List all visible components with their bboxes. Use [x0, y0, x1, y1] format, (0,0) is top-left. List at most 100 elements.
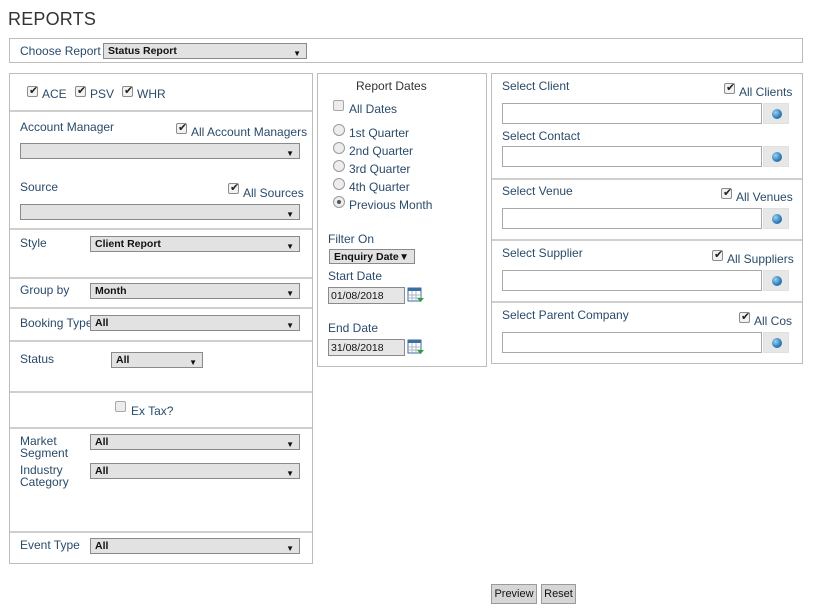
all-suppliers-label: All Suppliers: [727, 252, 794, 266]
contact-input[interactable]: [502, 146, 762, 167]
globe-icon: [772, 109, 782, 119]
period-radio-q4[interactable]: [333, 178, 345, 190]
all-suppliers-checkbox[interactable]: [712, 248, 723, 261]
period-radio-q3[interactable]: [333, 160, 345, 172]
style-value: Client Report: [95, 238, 161, 250]
choose-report-label: Choose Report: [20, 44, 101, 58]
event-type-select[interactable]: All ▼: [90, 538, 300, 554]
psv-checkbox[interactable]: [75, 84, 86, 97]
report-dates-heading: Report Dates: [356, 79, 427, 93]
select-parent-company-label: Select Parent Company: [502, 308, 629, 322]
all-clients-label: All Clients: [739, 85, 793, 99]
end-date-input[interactable]: 31/08/2018: [328, 339, 405, 356]
chevron-down-icon: ▼: [293, 49, 301, 58]
all-sources-label: All Sources: [243, 186, 304, 200]
page-title: REPORTS: [8, 9, 97, 29]
source-select[interactable]: ▼: [20, 204, 300, 220]
select-client-label: Select Client: [502, 79, 570, 93]
style-select[interactable]: Client Report ▼: [90, 236, 300, 252]
chevron-down-icon: ▼: [399, 252, 409, 263]
divider: [10, 531, 312, 533]
industry-category-label-line2: Category: [20, 475, 69, 489]
divider: [10, 228, 312, 230]
industry-category-select[interactable]: All ▼: [90, 463, 300, 479]
filter-on-select[interactable]: Enquiry Date ▼: [329, 249, 415, 264]
chevron-down-icon: ▼: [286, 321, 294, 330]
venue-input[interactable]: [502, 208, 762, 229]
divider: [10, 307, 312, 309]
choose-report-panel: Choose Report Status Report ▼: [9, 38, 803, 63]
parent-company-lookup-button[interactable]: [763, 332, 789, 353]
contact-lookup-button[interactable]: [763, 146, 789, 167]
client-input[interactable]: [502, 103, 762, 124]
reset-button[interactable]: Reset: [541, 584, 576, 604]
client-lookup-button[interactable]: [763, 103, 789, 124]
psv-label: PSV: [90, 87, 115, 101]
globe-icon: [772, 338, 782, 348]
period-radio-previous-month[interactable]: [333, 196, 345, 208]
all-clients-checkbox[interactable]: [724, 81, 735, 94]
period-label-q1: 1st Quarter: [349, 126, 410, 140]
all-dates-checkbox[interactable]: [333, 100, 344, 111]
divider: [492, 178, 802, 180]
globe-icon: [772, 276, 782, 286]
status-select[interactable]: All ▼: [111, 352, 203, 368]
chevron-down-icon: ▼: [189, 358, 197, 367]
market-segment-select[interactable]: All ▼: [90, 434, 300, 450]
group-by-label: Group by: [20, 283, 70, 297]
left-filter-panel: ACE PSV WHR Account Manager All Account …: [9, 73, 313, 564]
market-segment-label-line2: Segment: [20, 446, 69, 460]
supplier-input[interactable]: [502, 270, 762, 291]
start-date-label: Start Date: [328, 269, 383, 283]
venue-lookup-button[interactable]: [763, 208, 789, 229]
chevron-down-icon: ▼: [286, 242, 294, 251]
all-cos-label: All Cos: [754, 314, 793, 328]
industry-category-value: All: [95, 465, 109, 477]
all-venues-checkbox[interactable]: [721, 186, 732, 199]
booking-type-select[interactable]: All ▼: [90, 315, 300, 331]
supplier-lookup-button[interactable]: [763, 270, 789, 291]
period-radio-q1[interactable]: [333, 124, 345, 136]
chevron-down-icon: ▼: [286, 440, 294, 449]
filter-on-label: Filter On: [328, 232, 375, 246]
ace-checkbox[interactable]: [27, 84, 38, 97]
choose-report-value: Status Report: [108, 45, 177, 57]
divider: [10, 277, 312, 279]
all-account-managers-checkbox[interactable]: [176, 121, 187, 134]
group-by-select[interactable]: Month ▼: [90, 283, 300, 299]
whr-checkbox[interactable]: [122, 84, 133, 97]
divider: [10, 340, 312, 342]
account-manager-label: Account Manager: [20, 120, 115, 134]
chevron-down-icon: ▼: [286, 544, 294, 553]
all-cos-checkbox[interactable]: [739, 310, 750, 323]
choose-report-select[interactable]: Status Report ▼: [103, 43, 307, 59]
chevron-down-icon: ▼: [286, 289, 294, 298]
filter-on-value: Enquiry Date: [334, 251, 399, 263]
account-manager-select[interactable]: ▼: [20, 143, 300, 159]
style-label: Style: [20, 236, 47, 250]
whr-label: WHR: [137, 87, 166, 101]
chevron-down-icon: ▼: [286, 210, 294, 219]
preview-button[interactable]: Preview: [491, 584, 537, 604]
select-venue-label: Select Venue: [502, 184, 573, 198]
calendar-icon[interactable]: [407, 339, 425, 355]
start-date-input[interactable]: 01/08/2018: [328, 287, 405, 304]
divider: [10, 427, 312, 429]
status-value: All: [116, 354, 130, 366]
group-by-value: Month: [95, 285, 127, 297]
period-label-previous-month: Previous Month: [349, 198, 433, 212]
all-account-managers-label: All Account Managers: [191, 125, 308, 139]
all-dates-label: All Dates: [349, 102, 398, 116]
all-sources-checkbox[interactable]: [228, 181, 239, 194]
ex-tax-label: Ex Tax?: [131, 404, 174, 418]
right-select-panel: Select Client All Clients Select Contact…: [491, 73, 803, 364]
period-radio-q2[interactable]: [333, 142, 345, 154]
ex-tax-checkbox[interactable]: [115, 401, 126, 412]
source-label: Source: [20, 180, 59, 194]
divider: [492, 239, 802, 241]
end-date-label: End Date: [328, 321, 379, 335]
parent-company-input[interactable]: [502, 332, 762, 353]
status-label: Status: [20, 352, 55, 366]
divider: [492, 301, 802, 303]
calendar-icon[interactable]: [407, 287, 425, 303]
